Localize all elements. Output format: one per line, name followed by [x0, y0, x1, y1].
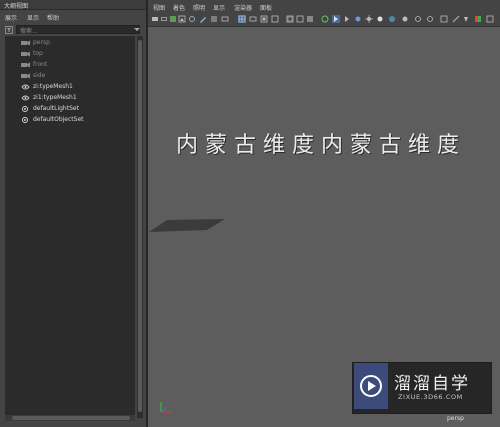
outliner-horizontal-scroll-thumb[interactable]	[12, 416, 130, 420]
outliner-item-label: defaultLightSet	[33, 105, 79, 112]
wireframe-on-shaded-icon[interactable]	[321, 15, 329, 23]
camera-attributes-icon[interactable]	[160, 15, 168, 23]
outliner-item-label: defaultObjectSet	[33, 116, 84, 123]
outliner-search-placeholder: 搜索...	[20, 28, 38, 35]
camera-icon	[21, 62, 30, 68]
grid-icon[interactable]	[210, 15, 218, 23]
viewport-menu-view[interactable]: 视图	[153, 3, 165, 12]
three-d-text-mesh[interactable]: 内蒙古维度内蒙古维度	[176, 127, 466, 159]
watermark-title: 溜溜自学	[394, 374, 470, 394]
outliner-item-label: side	[33, 72, 46, 79]
outliner-vertical-scroll-thumb[interactable]	[138, 40, 142, 412]
outliner-item-label: zi:typeMesh1	[33, 83, 73, 90]
outliner-item-persp[interactable]: persp	[5, 38, 135, 48]
grease-pencil-icon[interactable]	[199, 15, 207, 23]
camera-icon	[21, 73, 30, 79]
anti-aliasing-icon[interactable]	[414, 15, 422, 23]
axis-gizmo-icon	[160, 402, 172, 413]
outliner-item-defaultobjectset[interactable]: defaultObjectSet	[5, 115, 135, 125]
watermark-url: ZIXUE.3D66.COM	[398, 393, 463, 401]
mesh-icon	[21, 84, 30, 90]
field-chart-icon[interactable]	[271, 15, 279, 23]
exposure-icon[interactable]	[452, 15, 460, 23]
xray-joints-icon[interactable]	[332, 15, 340, 23]
lighting-icon[interactable]	[376, 15, 384, 23]
outliner-item-label: front	[33, 61, 48, 68]
mesh-icon	[21, 95, 30, 101]
viewport-menu-lighting[interactable]: 照明	[193, 3, 205, 12]
toolbar-overflow-icon[interactable]	[486, 15, 494, 23]
outliner-item-front[interactable]: front	[5, 60, 135, 70]
viewport-menubar: 视图 着色 照明 显示 渲染器 面板	[148, 0, 500, 12]
safe-title-icon[interactable]	[296, 15, 304, 23]
camera-icon	[21, 51, 30, 57]
resolution-gate-icon[interactable]	[249, 15, 257, 23]
isolate-select-icon[interactable]	[354, 15, 362, 23]
image-plane-icon[interactable]	[178, 15, 186, 23]
outliner-title: 大纲视图	[4, 3, 29, 10]
camera-icon	[21, 40, 30, 46]
outliner-item-side[interactable]: side	[5, 71, 135, 81]
set-icon	[21, 106, 29, 112]
outliner-menu-help[interactable]: 帮助	[47, 13, 59, 22]
outliner-item-top[interactable]: top	[5, 49, 135, 59]
outliner-item-defaultlightset[interactable]: defaultLightSet	[5, 104, 135, 114]
safe-action-icon[interactable]	[286, 15, 294, 23]
outliner-item-zi-typemesh1[interactable]: zi:typeMesh1	[5, 82, 135, 92]
outliner-item-label: top	[33, 50, 43, 57]
filter-icon[interactable]	[5, 26, 13, 34]
motion-blur-icon[interactable]	[401, 15, 409, 23]
viewport-menu-panels[interactable]: 面板	[260, 3, 272, 12]
play-logo-icon	[354, 363, 388, 409]
outliner-title-bar: 大纲视图	[0, 0, 146, 10]
outliner-menu-show[interactable]: 展示	[5, 13, 17, 22]
smooth-shade-icon[interactable]	[306, 15, 314, 23]
viewport-menu-renderer[interactable]: 渲染器	[234, 3, 252, 12]
gamma-icon[interactable]	[462, 15, 470, 23]
search-dropdown-chevron-icon[interactable]	[134, 28, 140, 31]
outliner-item-label: zi1:typeMesh1	[33, 94, 77, 101]
gate-mask-icon[interactable]	[260, 15, 268, 23]
camera-name-label: persp	[447, 415, 464, 422]
ambient-occlusion-icon[interactable]	[388, 15, 396, 23]
ground-plane-shadow[interactable]	[149, 218, 227, 234]
viewport-menu-shading[interactable]: 着色	[173, 3, 185, 12]
viewport-menu-show[interactable]: 显示	[213, 3, 225, 12]
bookmarks-icon[interactable]	[169, 15, 177, 23]
outliner-item-label: persp	[33, 39, 50, 46]
set-icon	[21, 117, 29, 123]
outliner-menu-display[interactable]: 显示	[27, 13, 39, 22]
wireframe-toggle-icon[interactable]	[238, 15, 246, 23]
film-gate-icon[interactable]	[221, 15, 229, 23]
outliner-menubar: 展示 显示 帮助	[0, 10, 146, 22]
color-management-icon[interactable]	[440, 15, 448, 23]
two-d-pan-zoom-icon[interactable]	[188, 15, 196, 23]
view-transform-icon[interactable]	[474, 15, 482, 23]
outliner-list[interactable]: persp top front side zi:typeMesh1 zi1:ty…	[5, 36, 135, 418]
shadows-icon[interactable]	[365, 15, 373, 23]
select-camera-icon[interactable]	[151, 15, 159, 23]
use-default-material-icon[interactable]	[343, 15, 351, 23]
depth-of-field-icon[interactable]	[426, 15, 434, 23]
outliner-item-zi1-typemesh1[interactable]: zi1:typeMesh1	[5, 93, 135, 103]
